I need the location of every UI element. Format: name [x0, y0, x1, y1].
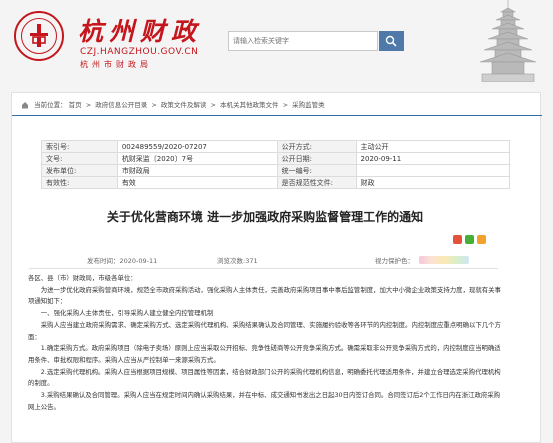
home-icon: [22, 102, 28, 109]
article-paragraph: 一、强化采购人主体责任，引导采购人建立健全内控管理机制: [40, 309, 214, 318]
breadcrumb-other-policy[interactable]: 本机关其他政策文件: [220, 101, 279, 109]
document-meta-table: 索引号: 002489559/2020-07207 公开方式: 主动公开 文号:…: [41, 140, 511, 189]
share-qzone-icon[interactable]: [477, 235, 486, 244]
search-input[interactable]: [228, 31, 378, 51]
meta-value: 主动公开: [355, 140, 511, 153]
meta-key: 索引号:: [41, 140, 118, 153]
article-body: 各区、县（市）财政局，市级各单位： 为进一步优化政府采购营商环境，规范全市政府采…: [28, 273, 506, 413]
meta-value: [355, 164, 511, 177]
breadcrumb-policy-docs[interactable]: 政策文件及解读: [161, 101, 207, 109]
eye-care-label: 视力保护色：: [375, 257, 414, 265]
article-paragraph: 各区、县（市）财政局，市级各单位：: [28, 274, 137, 282]
publish-date: 发布时间：2020-09-11: [87, 257, 158, 265]
meta-value: 有效: [116, 176, 278, 189]
meta-value: 杭财采监〔2020〕7号: [116, 152, 278, 165]
table-row: 索引号: 002489559/2020-07207 公开方式: 主动公开: [41, 140, 511, 153]
article-paragraph: 采购人应当建立政府采购需求、确定采购方式、选定采购代理机构、采购结果确认及合同管…: [28, 320, 501, 341]
meta-key: 文号:: [41, 152, 118, 165]
breadcrumb-separator: >: [282, 101, 289, 109]
meta-key: 公开方式:: [276, 140, 357, 153]
view-count: 浏览次数:371: [217, 257, 258, 265]
emblem-logo[interactable]: [14, 11, 64, 61]
meta-value: 002489559/2020-07207: [116, 140, 278, 153]
table-row: 发布单位: 市财政局 统一编号:: [41, 164, 511, 177]
site-header: 杭州财政 CZJ.HANGZHOU.GOV.CN 杭州市财政局: [0, 0, 553, 82]
meta-value: 市财政局: [116, 164, 278, 177]
meta-key: 是否规范性文件:: [276, 176, 357, 189]
meta-key: 公开日期:: [276, 152, 357, 165]
table-row: 文号: 杭财采监〔2020〕7号 公开日期: 2020-09-11: [41, 152, 511, 165]
breadcrumb-separator: >: [85, 101, 92, 109]
meta-key: 有效性:: [41, 176, 118, 189]
breadcrumb-procurement[interactable]: 采购监管类: [292, 101, 325, 109]
search-button[interactable]: [379, 31, 404, 51]
meta-key: 发布单位:: [41, 164, 118, 177]
breadcrumb-prefix: 当前位置：: [34, 101, 67, 109]
article-title: 关于优化营商环境 进一步加强政府采购监督管理工作的通知: [106, 210, 424, 224]
site-subtitle: 杭州市财政局: [80, 60, 152, 69]
article-paragraph: 1.确定采购方式。政府采购项目（除电子卖场）原则上应当采取公开招标、竞争性磋商等…: [28, 344, 501, 364]
article-paragraph: 为进一步优化政府采购营商环境，规范全市政府采购活动，强化采购人主体责任，完善政府…: [28, 285, 501, 306]
eye-care-color-picker[interactable]: [419, 256, 469, 264]
article-paragraph: 3.采购结果确认及合同管理。采购人应当在规定时间内确认采购结果，并在中标、成交通…: [28, 391, 501, 411]
breadcrumb-separator: >: [151, 101, 157, 109]
share-wechat-icon[interactable]: [465, 235, 474, 244]
breadcrumb-info-catalog[interactable]: 政府信息公开目录: [95, 101, 147, 109]
breadcrumb-home[interactable]: 首页: [69, 101, 82, 109]
search-icon: [385, 35, 397, 47]
breadcrumb-separator: >: [210, 101, 216, 109]
article-paragraph: 2.选定采购代理机构。采购人应当根据项目规模、项目属性等因素，结合财政部门公开的…: [28, 367, 501, 388]
breadcrumb-divider: [12, 115, 542, 116]
breadcrumb: 当前位置： 首页 > 政府信息公开目录 > 政策文件及解读 > 本机关其他政策文…: [21, 99, 325, 109]
site-title[interactable]: 杭州财政: [78, 12, 202, 48]
pagoda-illustration: [479, 0, 537, 82]
table-row: 有效性: 有效 是否规范性文件: 财政: [41, 176, 511, 189]
article-info-bar: 发布时间：2020-09-11 浏览次数:371 视力保护色：: [29, 255, 498, 269]
site-domain: CZJ.HANGZHOU.GOV.CN: [80, 47, 199, 57]
share-weibo-icon[interactable]: [453, 235, 462, 244]
meta-value: 财政: [355, 176, 511, 189]
meta-value: 2020-09-11: [355, 152, 511, 165]
meta-key: 统一编号:: [276, 164, 357, 177]
